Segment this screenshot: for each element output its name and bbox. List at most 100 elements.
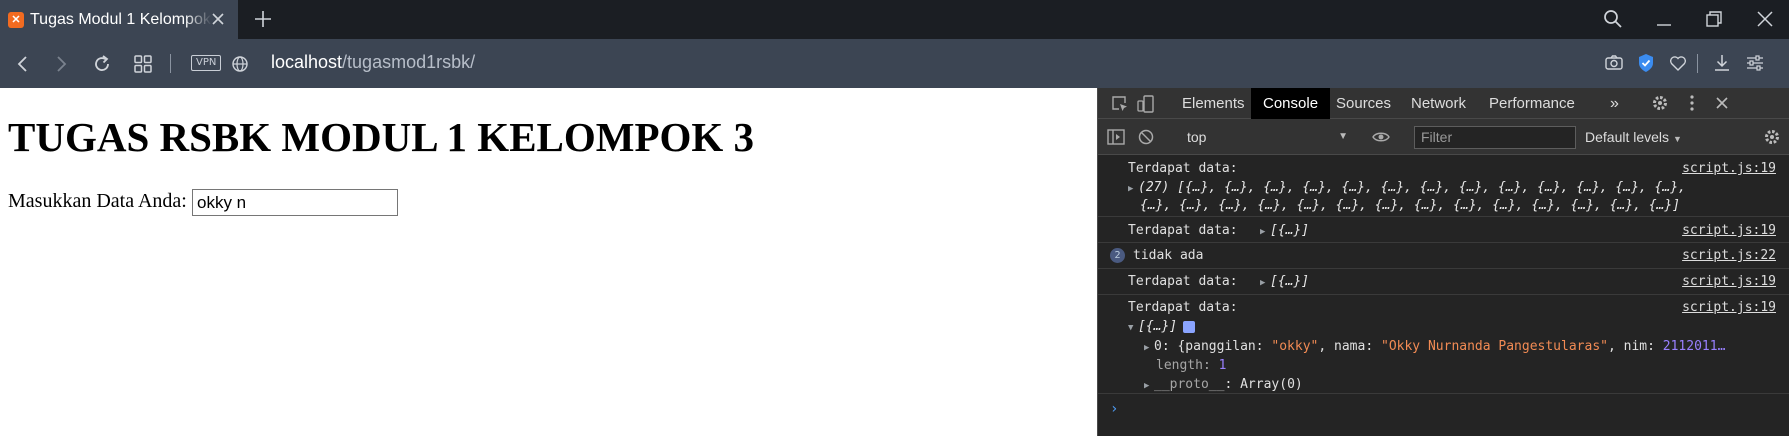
log-label: Terdapat data:	[1128, 223, 1238, 238]
triangle-down-icon: ▼	[1128, 323, 1134, 333]
close-icon[interactable]	[1754, 8, 1776, 30]
eye-icon[interactable]	[1371, 127, 1391, 147]
array-preview: (27) [{…}, {…}, {…}, {…}, {…}, {…}, {…},…	[1138, 180, 1686, 195]
url-field[interactable]: localhost/tugasmod1rsbk/	[271, 52, 475, 73]
triangle-right-icon: ▶	[1260, 278, 1266, 288]
more-options-icon[interactable]	[1682, 93, 1702, 113]
sidebar-toggle-icon[interactable]	[1106, 127, 1126, 147]
new-tab-icon[interactable]	[252, 8, 274, 30]
length-value: 1	[1218, 358, 1227, 373]
url-host: localhost	[271, 52, 343, 72]
settings-icon[interactable]	[1650, 93, 1670, 113]
chevron-down-icon: ▼	[1673, 134, 1682, 144]
repeat-count-badge: 2	[1110, 248, 1125, 263]
clear-console-icon[interactable]	[1136, 127, 1156, 147]
source-link[interactable]: script.js:19	[1682, 223, 1776, 238]
page-title: TUGAS RSBK MODUL 1 KELOMPOK 3	[8, 114, 755, 160]
camera-icon[interactable]	[1603, 52, 1625, 74]
address-bar: VPN localhost/tugasmod1rsbk/	[0, 39, 1789, 88]
log-label: Terdapat data:	[1128, 274, 1238, 289]
device-toolbar-icon[interactable]	[1136, 94, 1156, 114]
tab-console[interactable]: Console	[1251, 88, 1331, 119]
array-value: [{…}]	[1138, 319, 1178, 334]
panggilan-value: "okky"	[1271, 339, 1319, 354]
console-message: Terdapat data: ▶ [{…}] script.js:19	[1098, 217, 1789, 243]
back-icon[interactable]	[11, 52, 35, 76]
data-input[interactable]	[192, 189, 398, 216]
tab-sources[interactable]: Sources	[1324, 88, 1403, 119]
toolbar-divider	[170, 54, 171, 73]
shield-icon[interactable]	[1635, 52, 1657, 74]
triangle-right-icon: ▶	[1144, 343, 1150, 353]
speed-dial-icon[interactable]	[131, 52, 155, 76]
tab-elements[interactable]: Elements	[1170, 88, 1257, 119]
expand-array-toggle[interactable]: ▶ [{…}]	[1260, 274, 1309, 289]
tab-close-icon[interactable]	[208, 9, 228, 29]
length-key: length:	[1156, 358, 1211, 373]
filter-input[interactable]: Filter	[1414, 126, 1576, 149]
log-levels-dropdown[interactable]: Default levels ▼	[1585, 126, 1682, 150]
info-icon	[1183, 320, 1196, 333]
close-devtools-icon[interactable]	[1712, 93, 1732, 113]
console-output: Terdapat data: script.js:19 ▶ (27) [{…}, …	[1098, 156, 1789, 436]
forward-icon[interactable]	[49, 52, 73, 76]
data-input-label: Masukkan Data Anda:	[8, 190, 187, 212]
source-link[interactable]: script.js:19	[1682, 300, 1776, 315]
expand-array-toggle[interactable]: ▶ (27) [{…}, {…}, {…}, {…}, {…}, {…}, {…}…	[1128, 180, 1686, 195]
nama-key: , nama:	[1318, 339, 1381, 354]
console-message: Terdapat data: script.js:19 ▼ [{…}] ▶ 0: {…	[1098, 295, 1789, 394]
array-item-row[interactable]: ▶ 0: {panggilan: "okky", nama: "Okky Nurn…	[1144, 339, 1760, 354]
console-prompt[interactable]: ›	[1110, 401, 1118, 417]
source-link[interactable]: script.js:19	[1682, 274, 1776, 289]
nim-key: , nim:	[1607, 339, 1663, 354]
devtools-tabbar: Elements Console Sources Network Perform…	[1098, 88, 1789, 119]
log-text: tidak ada	[1133, 248, 1204, 263]
browser-tab[interactable]: ✕ Tugas Modul 1 Kelompok 3	[0, 0, 238, 39]
array-value: [{…}]	[1270, 274, 1310, 289]
reload-icon[interactable]	[90, 52, 114, 76]
console-message: Terdapat data: script.js:19 ▶ (27) [{…}, …	[1098, 156, 1789, 217]
tab-title: Tugas Modul 1 Kelompok 3	[30, 10, 212, 28]
nama-value: "Okky Nurnanda Pangestularas"	[1381, 339, 1608, 354]
triangle-right-icon: ▶	[1144, 381, 1150, 391]
xampp-icon: ✕	[8, 11, 24, 28]
proto-value: : Array(0)	[1224, 377, 1303, 392]
triangle-right-icon: ▶	[1128, 184, 1134, 194]
web-page: TUGAS RSBK MODUL 1 KELOMPOK 3 Masukkan D…	[0, 88, 1097, 436]
length-row: length: 1	[1156, 358, 1226, 373]
console-message: 2 tidak ada script.js:22	[1098, 243, 1789, 269]
vpn-badge[interactable]: VPN	[191, 55, 222, 71]
chevron-down-icon: ▼	[1338, 131, 1348, 142]
search-icon[interactable]	[1602, 8, 1624, 30]
tab-network[interactable]: Network	[1399, 88, 1478, 119]
tab-performance[interactable]: Performance	[1477, 88, 1587, 119]
triangle-right-icon: ▶	[1260, 227, 1266, 237]
collapse-array-toggle[interactable]: ▼ [{…}]	[1128, 319, 1196, 334]
toolbar-divider	[1697, 54, 1698, 73]
object-open: {panggilan:	[1177, 339, 1272, 354]
expand-array-toggle[interactable]: ▶ [{…}]	[1260, 223, 1309, 238]
download-icon[interactable]	[1711, 52, 1733, 74]
tab-strip: ✕ Tugas Modul 1 Kelompok 3	[0, 0, 1789, 39]
minimize-icon[interactable]	[1653, 8, 1675, 30]
nim-value: 2112011…	[1662, 339, 1726, 354]
console-message: Terdapat data: ▶ [{…}] script.js:19	[1098, 269, 1789, 295]
restore-icon[interactable]	[1703, 8, 1725, 30]
console-settings-icon[interactable]	[1762, 127, 1782, 147]
devtools-panel: Elements Console Sources Network Perform…	[1097, 88, 1789, 436]
context-selector[interactable]: top ▼	[1187, 126, 1350, 148]
heart-icon[interactable]	[1667, 52, 1689, 74]
source-link[interactable]: script.js:19	[1682, 161, 1776, 176]
proto-row[interactable]: ▶ __proto__: Array(0)	[1144, 377, 1303, 392]
inspect-element-icon[interactable]	[1110, 94, 1130, 114]
item-index: 0:	[1154, 339, 1170, 354]
log-label: Terdapat data:	[1128, 161, 1238, 176]
more-tabs-button[interactable]: »	[1598, 88, 1631, 119]
log-levels-label: Default levels	[1585, 129, 1670, 145]
easy-setup-icon[interactable]	[1744, 52, 1766, 74]
log-label: Terdapat data:	[1128, 300, 1238, 315]
array-value: [{…}]	[1270, 223, 1310, 238]
globe-icon[interactable]	[229, 53, 251, 75]
source-link[interactable]: script.js:22	[1682, 248, 1776, 263]
array-preview-continued: {…}, {…}, {…}, {…}, {…}, {…}, {…}, {…}, …	[1140, 198, 1681, 213]
